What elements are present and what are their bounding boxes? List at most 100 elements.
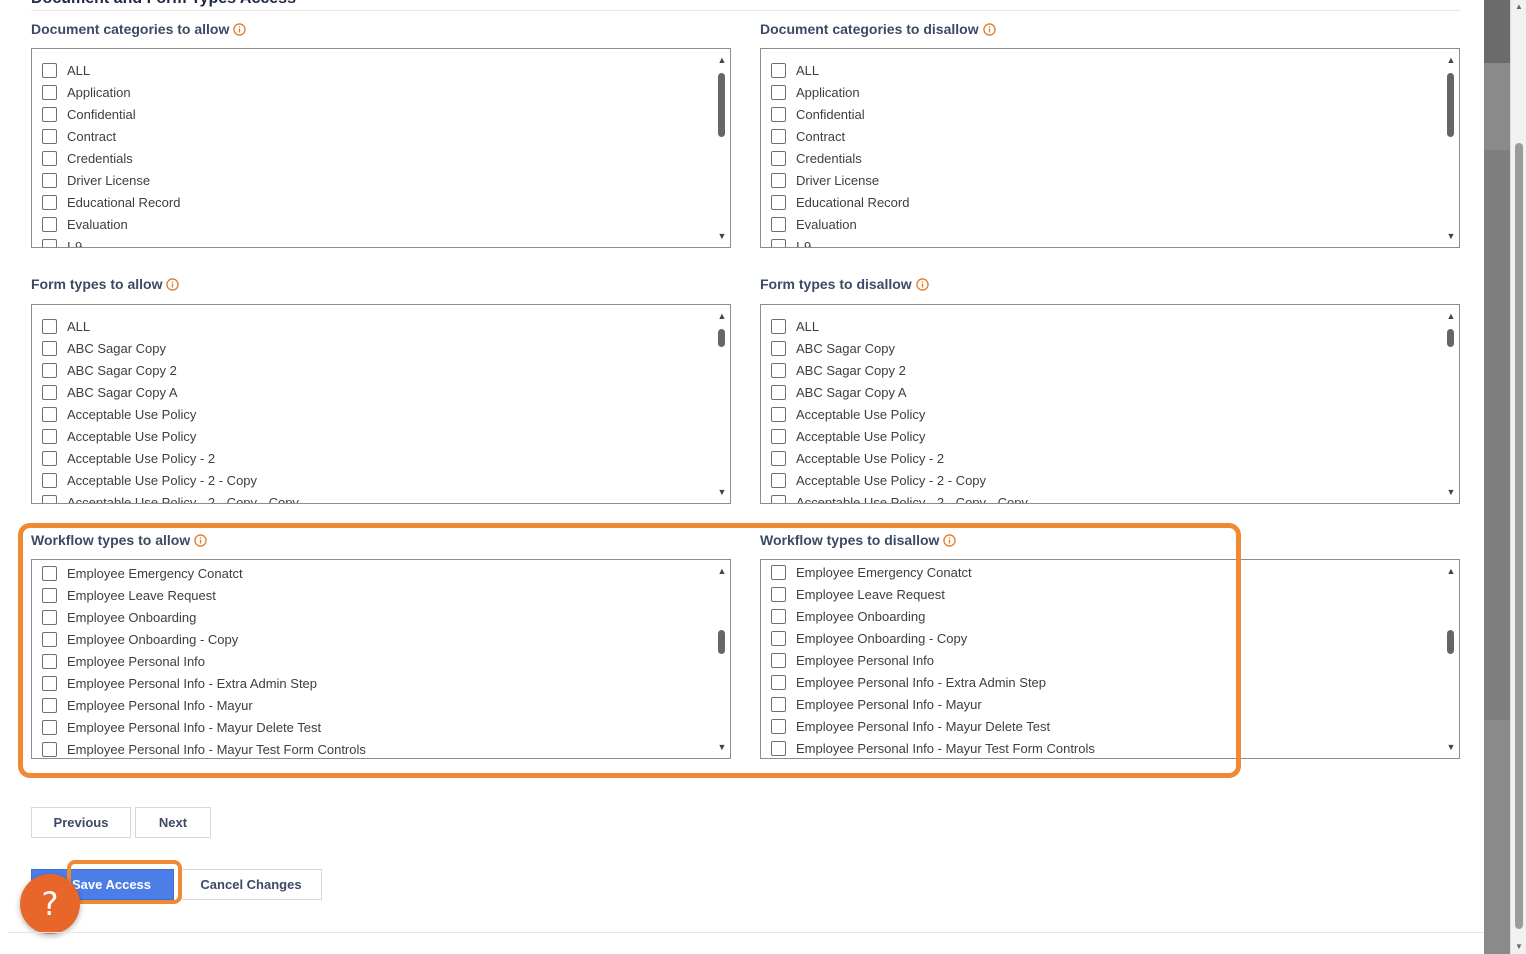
info-icon[interactable] [943,533,957,547]
list-item[interactable]: Employee Personal Info - Extra Admin Ste… [42,672,708,694]
checkbox[interactable] [42,631,57,647]
list-item[interactable]: ABC Sagar Copy [771,337,1437,359]
list-item[interactable]: Application [771,81,1437,103]
list-item[interactable]: Acceptable Use Policy - 2 [42,447,708,469]
checkbox[interactable] [771,216,786,232]
checkbox[interactable] [771,62,786,78]
previous-button[interactable]: Previous [31,807,131,838]
list-item[interactable]: ALL [771,59,1437,81]
scroll-down-arrow-icon[interactable]: ▼ [1514,942,1524,952]
checkbox[interactable] [42,653,57,669]
cancel-changes-button[interactable]: Cancel Changes [180,869,322,900]
scrollbar-thumb[interactable] [718,630,725,654]
checkbox[interactable] [42,384,57,400]
list-item[interactable]: Employee Onboarding - Copy [42,628,708,650]
wf-disallow-listbox[interactable]: Employee Emergency Conatct Employee Leave… [760,559,1460,759]
list-item[interactable]: Acceptable Use Policy [42,425,708,447]
checkbox[interactable] [771,652,786,668]
list-item[interactable]: Employee Onboarding - Copy [771,627,1437,649]
wf-allow-listbox[interactable]: Employee Emergency Conatct Employee Leave… [31,559,731,759]
list-item[interactable]: Employee Onboarding [771,605,1437,627]
list-item[interactable]: Acceptable Use Policy - 2 - Copy [42,469,708,491]
checkbox[interactable] [771,150,786,166]
list-item[interactable]: Employee Emergency Conatct [42,562,708,584]
checkbox[interactable] [771,106,786,122]
list-item[interactable]: ALL [42,315,708,337]
list-item[interactable]: Acceptable Use Policy - 2 - Copy [771,469,1437,491]
list-item[interactable]: Employee Personal Info - Mayur Delete Te… [771,715,1437,737]
list-item[interactable]: ABC Sagar Copy [42,337,708,359]
list-item[interactable]: Driver License [42,169,708,191]
listbox-scrollbar[interactable]: ▲ ▼ [714,560,730,758]
checkbox[interactable] [771,362,786,378]
list-item[interactable]: Employee Emergency Conatct [771,561,1437,583]
info-icon[interactable] [982,22,996,36]
scroll-down-arrow-icon[interactable]: ▼ [717,487,727,497]
checkbox[interactable] [771,172,786,188]
scroll-down-arrow-icon[interactable]: ▼ [1446,231,1456,241]
scroll-up-arrow-icon[interactable]: ▲ [717,566,727,576]
scroll-up-arrow-icon[interactable]: ▲ [717,311,727,321]
checkbox[interactable] [42,150,57,166]
listbox-scrollbar[interactable]: ▲ ▼ [714,49,730,247]
page-scrollbar[interactable]: ▲ ▼ [1510,0,1526,954]
list-item[interactable]: Acceptable Use Policy [771,425,1437,447]
list-item[interactable]: Employee Personal Info - Mayur [771,693,1437,715]
list-item[interactable]: Educational Record [42,191,708,213]
scroll-up-arrow-icon[interactable]: ▲ [1514,2,1524,12]
checkbox[interactable] [42,675,57,691]
list-item[interactable]: ABC Sagar Copy 2 [42,359,708,381]
info-icon[interactable] [233,22,247,36]
list-item[interactable]: Confidential [771,103,1437,125]
checkbox[interactable] [42,318,57,334]
checkbox[interactable] [771,194,786,210]
checkbox[interactable] [42,194,57,210]
list-item[interactable]: ALL [42,59,708,81]
list-item[interactable]: Employee Personal Info - Mayur Delete Te… [42,716,708,738]
checkbox[interactable] [771,608,786,624]
scrollbar-thumb[interactable] [1447,73,1454,137]
info-icon[interactable] [194,533,207,547]
list-item[interactable]: Employee Leave Request [771,583,1437,605]
checkbox[interactable] [42,62,57,78]
list-item[interactable]: I-9 [771,235,1437,247]
list-item[interactable]: Employee Personal Info - Mayur Test Form… [771,737,1437,758]
list-item[interactable]: ABC Sagar Copy 2 [771,359,1437,381]
list-item[interactable]: Acceptable Use Policy - 2 [771,447,1437,469]
list-item[interactable]: Educational Record [771,191,1437,213]
checkbox[interactable] [42,450,57,466]
scrollbar-thumb[interactable] [718,73,725,137]
checkbox[interactable] [771,128,786,144]
checkbox[interactable] [771,384,786,400]
checkbox[interactable] [42,741,57,757]
list-item[interactable]: Application [42,81,708,103]
form-disallow-listbox[interactable]: ALL ABC Sagar Copy ABC Sagar Copy 2 ABC Sag… [760,304,1460,504]
list-item[interactable]: Contract [771,125,1437,147]
list-item[interactable]: Acceptable Use Policy [771,403,1437,425]
checkbox[interactable] [42,406,57,422]
list-item[interactable]: ABC Sagar Copy A [771,381,1437,403]
checkbox[interactable] [42,472,57,488]
checkbox[interactable] [771,564,786,580]
help-button[interactable]: ? [20,874,80,934]
list-item[interactable]: Employee Personal Info [42,650,708,672]
list-item[interactable]: Acceptable Use Policy [42,403,708,425]
checkbox[interactable] [771,340,786,356]
scroll-up-arrow-icon[interactable]: ▲ [1446,55,1456,65]
list-item[interactable]: Employee Personal Info - Mayur [42,694,708,716]
list-item[interactable]: ABC Sagar Copy A [42,381,708,403]
checkbox[interactable] [42,719,57,735]
checkbox[interactable] [42,697,57,713]
scroll-down-arrow-icon[interactable]: ▼ [717,742,727,752]
scroll-down-arrow-icon[interactable]: ▼ [1446,742,1456,752]
listbox-scrollbar[interactable]: ▲ ▼ [1443,560,1459,758]
checkbox[interactable] [42,172,57,188]
checkbox[interactable] [771,428,786,444]
info-icon[interactable] [166,277,180,291]
checkbox[interactable] [42,494,57,503]
page-scrollbar-thumb[interactable] [1515,143,1523,929]
list-item[interactable]: Employee Personal Info - Extra Admin Ste… [771,671,1437,693]
list-item[interactable]: Evaluation [42,213,708,235]
scrollbar-thumb[interactable] [1447,630,1454,654]
listbox-scrollbar[interactable]: ▲ ▼ [1443,305,1459,503]
